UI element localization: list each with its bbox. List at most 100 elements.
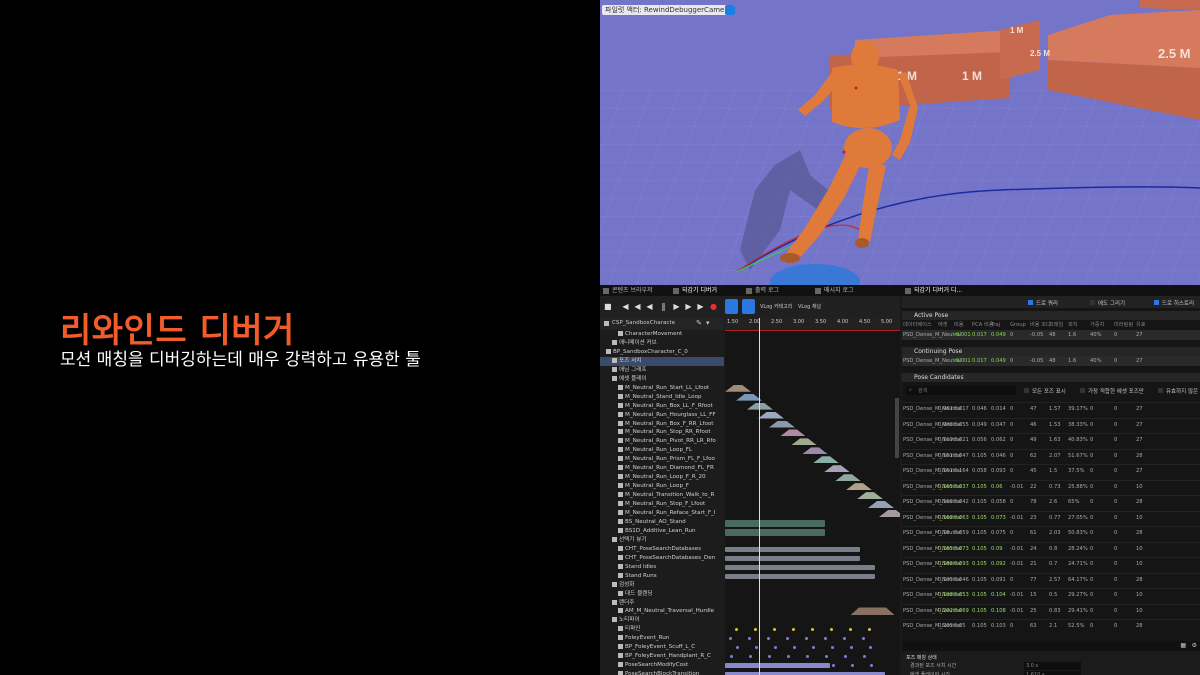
reverse-play-icon[interactable]: ◀: [646, 302, 653, 311]
timeline-tracks[interactable]: 1.50 2.00 2.50 3.00 3.50 4.00 4.50 5.00: [725, 318, 900, 675]
tree-track-item[interactable]: M_Neutral_Run_Stop_F_Lfoot: [600, 500, 724, 509]
chooser-bar[interactable]: [725, 555, 860, 561]
tree-track-item[interactable]: CHT_PoseSearchDatabases: [600, 545, 724, 554]
candidate-row[interactable]: PSD_Dense_M_Neutral 0.119 0.021 0.056 0.062 0…: [902, 433, 1200, 447]
actor-filter-icon[interactable]: [742, 299, 755, 314]
tab-content-browser[interactable]: 콘텐츠 브라우저: [600, 286, 653, 296]
filter-icon[interactable]: ▾: [706, 319, 710, 327]
tree-track-item[interactable]: M_Neutral_Run_Reface_Start_F_I: [600, 509, 724, 518]
notify-marker[interactable]: [824, 637, 827, 641]
candidate-row[interactable]: PSD_Dense_M_Neutral 0.168 0.063 0.105 0.073-…: [902, 510, 1200, 525]
candidate-row[interactable]: PSD_Dense_M_Neutral 0.165 0.037 0.105 0.06 -0…: [902, 479, 1200, 494]
asset-play-segment[interactable]: [758, 411, 784, 419]
active-pose-section[interactable]: Active Pose: [902, 311, 1200, 320]
tree-track-item[interactable]: 노티파이: [600, 616, 724, 625]
asset-play-segment[interactable]: [791, 438, 817, 446]
tab-rewind-details[interactable]: 되감기 디버거 디...: [902, 286, 962, 296]
asset-play-segment[interactable]: [857, 492, 883, 500]
step-back-icon[interactable]: ◀: [622, 302, 629, 311]
tree-track-item[interactable]: 에셋 플레이: [600, 375, 724, 384]
notify-marker[interactable]: [729, 637, 732, 641]
tree-track-item[interactable]: M_Neutral_Run_Loop_FL: [600, 446, 724, 455]
editor-viewport[interactable]: 1 M 1 M 1 M 2.5 M 2.5 M 파일럿 액터: Re: [600, 0, 1200, 285]
detail-value-field[interactable]: 1.610 s: [1024, 671, 1081, 675]
notify-marker[interactable]: [850, 646, 853, 650]
chooser-bar[interactable]: [725, 564, 875, 570]
tree-track-item[interactable]: AM_M_Neutral_Traversal_Hurdle: [600, 607, 724, 616]
notify-marker[interactable]: [849, 628, 852, 632]
notify-marker[interactable]: [735, 628, 738, 632]
asset-play-segment[interactable]: [824, 465, 850, 473]
camera-icon[interactable]: ■: [604, 302, 612, 311]
tree-track-item[interactable]: Stand Runs: [600, 572, 724, 581]
tree-track-item[interactable]: M_Neutral_Run_Stop_RR_Rfoot: [600, 428, 724, 437]
asset-play-segment[interactable]: [725, 384, 751, 392]
playhead[interactable]: [759, 318, 760, 675]
notify-marker[interactable]: [749, 655, 752, 659]
notify-marker[interactable]: [736, 646, 739, 650]
tab-rewind-debugger[interactable]: 되감기 디버거: [670, 286, 717, 296]
camera-icon[interactable]: [725, 5, 735, 15]
skip-back-icon[interactable]: ◀: [634, 302, 641, 311]
posesearch-bar[interactable]: [725, 663, 830, 669]
notify-marker[interactable]: [870, 664, 873, 668]
tree-track-item[interactable]: M_Neutral_Run_Loop_F_R_20: [600, 473, 724, 482]
trace-toggle-icon[interactable]: [725, 299, 738, 314]
tab-output-log[interactable]: 출력 로그: [743, 286, 779, 296]
notify-marker[interactable]: [748, 637, 751, 641]
show-all-poses-checkbox[interactable]: [1024, 388, 1029, 393]
notify-marker[interactable]: [805, 637, 808, 641]
montage-segment[interactable]: [850, 607, 895, 616]
tree-track-item[interactable]: 대드 블렌딩: [600, 590, 724, 599]
candidate-row[interactable]: PSD_Dense_M_Neutral 0.151 0.164 0.058 0.093 0…: [902, 464, 1200, 478]
candidate-row[interactable]: PSD_Dense_M_Neutral 0.198 0.053 0.105 0.104-…: [902, 588, 1200, 602]
candidate-row[interactable]: PSD_Dense_M_Neutral 0.166 0.042 0.105 0.058 0…: [902, 495, 1200, 509]
active-pose-row[interactable]: PSD_Dense_M_Neutral -0.001 0.017 0.049 0 -0.0…: [902, 330, 1200, 340]
tree-track-item[interactable]: 포즈 서치: [600, 356, 724, 366]
asset-play-segment[interactable]: [769, 420, 795, 428]
tree-track-item[interactable]: M_Neutral_Run_Pivot_RR_LR_Rfo: [600, 437, 724, 446]
candidates-search-input[interactable]: ⌕ 검색: [906, 386, 1016, 395]
notify-marker[interactable]: [868, 628, 871, 632]
draw-all-checkbox[interactable]: [1090, 300, 1095, 305]
asset-play-segment[interactable]: [846, 483, 872, 491]
notify-marker[interactable]: [786, 637, 789, 641]
pause-icon[interactable]: ‖: [660, 302, 667, 311]
notify-marker[interactable]: [830, 628, 833, 632]
notify-marker[interactable]: [774, 646, 777, 650]
continuing-pose-section[interactable]: Continuing Pose: [902, 347, 1200, 356]
candidate-row[interactable]: PSD_Dense_M_Neutral 0.205 0.05 0.105 0.103 0 6…: [902, 619, 1200, 633]
tree-track-item[interactable]: M_Neutral_Stand_Idle_Loop: [600, 393, 724, 402]
tree-track-item[interactable]: M_Neutral_Run_Hourglass_LL_FF: [600, 411, 724, 420]
step-forward-icon[interactable]: ▶: [697, 302, 704, 311]
candidate-row[interactable]: PSD_Dense_M_Neutral 0.185 0.073 0.105 0.09 -0…: [902, 541, 1200, 556]
notify-marker[interactable]: [793, 646, 796, 650]
tree-track-item[interactable]: BS1D_Additive_Lean_Run: [600, 527, 724, 536]
tree-track-item[interactable]: PoseSearchBlockTransition: [600, 670, 724, 675]
tree-track-item[interactable]: CHT_PoseSearchDatabases_Den: [600, 554, 724, 563]
detail-value-field[interactable]: 3.0 s: [1024, 662, 1081, 670]
candidate-row[interactable]: PSD_Dense_M_Neutral 0.202 0.069 0.105 0.108-…: [902, 603, 1200, 618]
actor-select[interactable]: CSP_SandboxCharacte: [612, 320, 675, 326]
notify-marker[interactable]: [812, 646, 815, 650]
notify-marker[interactable]: [773, 628, 776, 632]
asset-play-segment[interactable]: [813, 456, 839, 464]
tree-track-item[interactable]: 선택기 뷰기: [600, 536, 724, 545]
tree-track-item[interactable]: M_Neutral_Run_Box_LL_F_Rfoot: [600, 402, 724, 411]
notify-marker[interactable]: [844, 655, 847, 659]
blendspace-bar[interactable]: [725, 528, 825, 536]
tree-track-item[interactable]: BP_FoleyEvent_Scuff_L_C: [600, 643, 724, 652]
play-icon[interactable]: ▶: [673, 302, 680, 311]
tree-track-item[interactable]: 애님 그래프: [600, 366, 724, 375]
blendspace-bar[interactable]: [725, 519, 825, 527]
notify-marker[interactable]: [754, 628, 757, 632]
tree-track-item[interactable]: M_Neutral_Transition_Walk_to_R: [600, 491, 724, 500]
tree-track-item[interactable]: M_Neutral_Run_Prism_FL_F_Lfoo: [600, 455, 724, 464]
draw-history-checkbox[interactable]: [1154, 300, 1159, 305]
tree-track-item[interactable]: Stand Idles: [600, 563, 724, 572]
notify-marker[interactable]: [862, 637, 865, 641]
tree-track-item[interactable]: 티파인: [600, 625, 724, 634]
asset-play-segment[interactable]: [802, 447, 828, 455]
candidate-row[interactable]: PSD_Dense_M_Neutral 0.186 0.093 0.105 0.092-…: [902, 557, 1200, 571]
tree-track-item[interactable]: BP_FoleyEvent_Handplant_R_C: [600, 652, 724, 661]
